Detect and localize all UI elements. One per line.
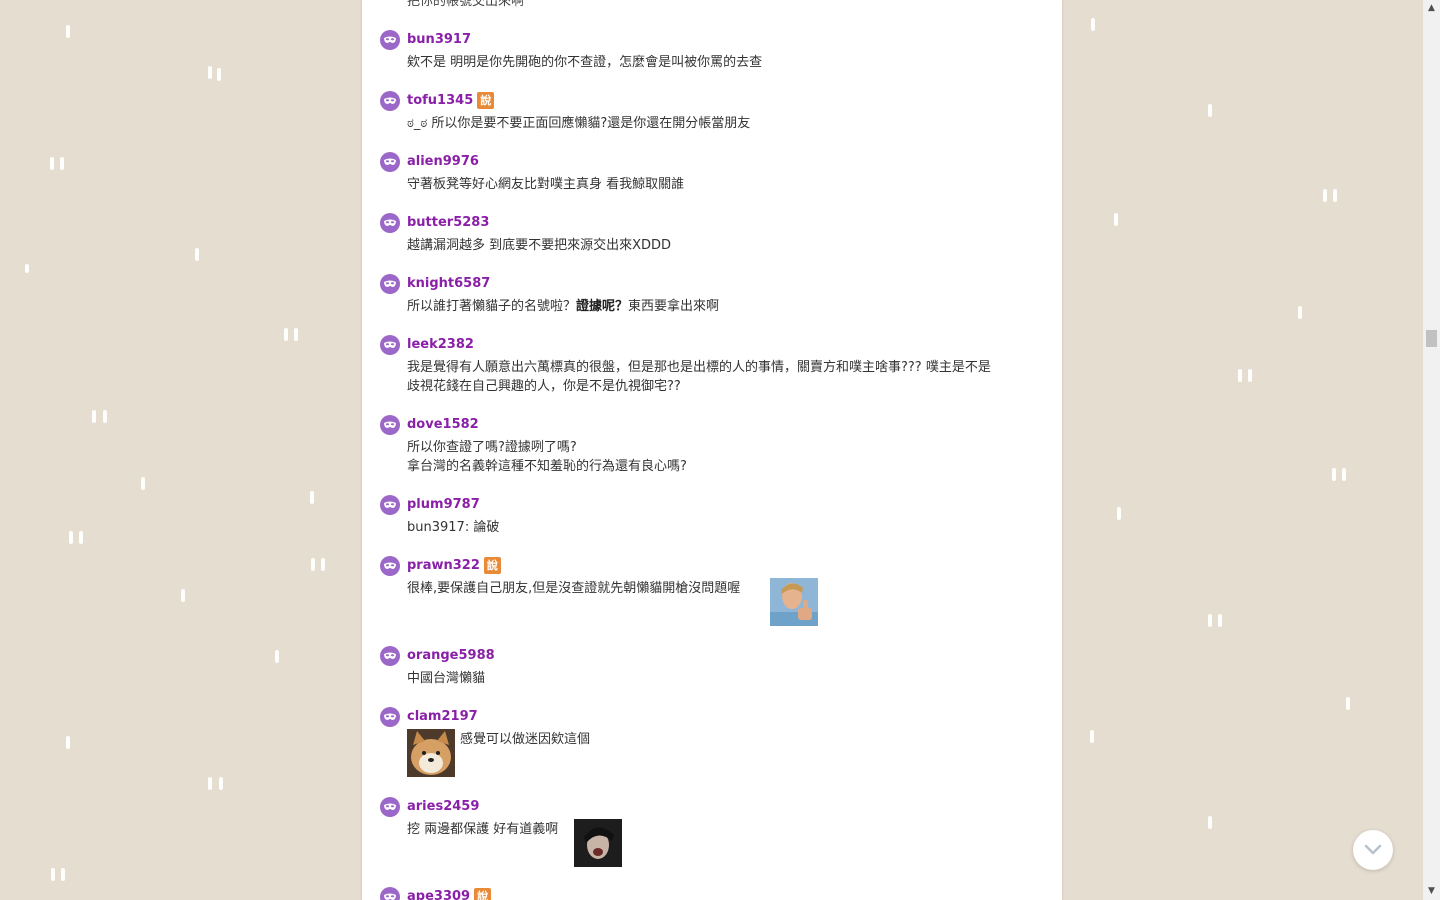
mask-icon[interactable] [380,213,400,233]
mask-icon[interactable] [380,91,400,111]
mask-icon[interactable] [380,274,400,294]
mask-icon[interactable] [380,152,400,172]
username-link[interactable]: butter5283 [407,214,489,232]
comment-text: 感覺可以做迷因欸這個 [460,732,591,747]
scroll-to-bottom-button[interactable] [1353,830,1393,870]
username-link[interactable]: dove1582 [407,416,479,434]
comment-text: 我是覺得有人願意出六萬標真的很盤，但是那也是出標的人的事情，關賣方和噗主啥事??… [407,360,991,394]
mask-icon[interactable] [380,495,400,515]
said-badge: 說 [483,557,501,574]
username-link[interactable]: clam2197 [407,708,478,726]
comment-text: bun3917: 論破 [407,520,500,535]
mask-icon[interactable] [380,797,400,817]
bold-text: 證據呢？ [576,299,629,314]
mask-icon[interactable] [380,30,400,50]
username-link[interactable]: leek2382 [407,336,474,354]
mask-icon[interactable] [380,556,400,576]
comment-text: 越講漏洞越多 到底要不要把來源交出來XDDD [407,238,672,253]
comment-text: 所以誰打著懶貓子的名號啦？證據呢？東西要拿出來啊 [407,299,720,314]
username-link[interactable]: orange5988 [407,647,495,665]
username-link[interactable]: prawn322 [407,558,480,573]
comment-text: ಠ_ಠ 所以你是要不要正面回應懶貓?還是你還在開分帳當朋友 [407,116,751,131]
username-link[interactable]: knight6587 [407,275,490,293]
comment-text: 守著板凳等好心網友比對噗主真身 看我鯨取關誰 [407,177,685,192]
mask-icon[interactable] [380,887,400,900]
mask-icon[interactable] [380,646,400,666]
said-badge: 說 [474,888,492,900]
mask-icon[interactable] [380,415,400,435]
comment-text: 中國台灣懶貓 [407,671,486,686]
chevron-down-icon [1364,844,1382,855]
said-badge: 說 [477,92,495,109]
plurk-response-panel: 把你的帳號交出來啊 bun3917 欸不是 明明是你先開砲的你不查證，怎麼會是叫… [362,0,1062,900]
mask-icon[interactable] [380,707,400,727]
scroll-up-arrow-icon[interactable]: ▲ [1423,0,1440,17]
username-link[interactable]: plum9787 [407,496,480,514]
username-link[interactable]: tofu1345 [407,93,473,108]
comment-text: 所以你查證了嗎?證據咧了嗎? 拿台灣的名義幹這種不知羞恥的行為還有良心嗎? [407,440,687,474]
username-link[interactable]: alien9976 [407,153,479,171]
scrollbar-thumb[interactable] [1426,330,1437,347]
page-scrollbar[interactable]: ▲ ▼ [1423,0,1440,900]
laughing-man-image[interactable] [574,819,622,867]
username-link[interactable]: bun3917 [407,31,471,49]
scroll-down-arrow-icon[interactable]: ▼ [1423,883,1440,900]
comment-text: 欸不是 明明是你先開砲的你不查證，怎麼會是叫被你罵的去查 [407,55,763,70]
shiba-dog-image[interactable] [407,729,455,777]
thumbs-up-man-image[interactable] [770,578,818,626]
comment-text: 挖 兩邊都保護 好有道義啊 [407,822,559,837]
mask-icon[interactable] [380,335,400,355]
username-link[interactable]: aries2459 [407,798,479,816]
comment-text: 很棒,要保護自己朋友,但是沒查證就先朝懶貓開槍沒問題喔 [407,581,741,596]
partial-comment-text: 把你的帳號交出來啊 [407,0,525,9]
username-link[interactable]: ape3309 [407,889,470,900]
